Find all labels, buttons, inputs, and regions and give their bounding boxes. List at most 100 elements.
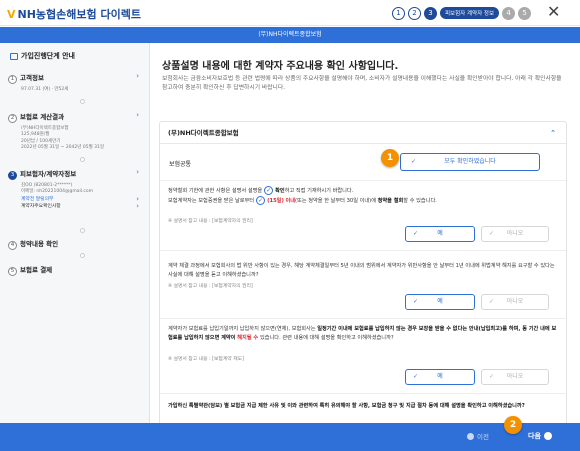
q1-emph: 확인 [275, 188, 285, 194]
bottom-nav-bar: 이전 다음 [0, 423, 580, 451]
sidebar-item-label: 보험료 결제 [20, 266, 53, 274]
progress-sidebar: 가입진행단계 안내 1 고객정보 › 97.07.31 (여) · 만52세 2보… [0, 43, 150, 423]
prev-dot-icon [467, 432, 474, 440]
step-2: 2 [408, 6, 421, 20]
sidebar-item-payment[interactable]: 5 보험료 결제 [8, 264, 139, 276]
no-label: 아니오 [506, 298, 524, 305]
top-bar: V NH농협손해보험 다이렉트 1 2 3 피보험자 계약자 정보 4 5 ✕ [0, 0, 580, 26]
section-header[interactable]: (무)NH다이렉트종합보험 ⌃ [160, 122, 566, 144]
yes-label: 예 [437, 230, 443, 237]
q3-text: 있습니다. 관련 내용에 대해 설명을 확인하고 이해하셨습니까? [259, 334, 394, 341]
q1-text: 할 수 있습니다. [403, 197, 437, 204]
check-icon: ✓ [489, 373, 495, 380]
check-icon: ✓ [489, 298, 495, 305]
step-number: 3 [8, 170, 17, 180]
check-icon: ✓ [413, 373, 419, 380]
main-content: 상품설명 내용에 대한 계약자 주요내용 확인 사항입니다. 보험회사는 금융소… [151, 43, 580, 423]
prev-label: 이전 [477, 433, 489, 441]
sidebar-link-disclosure[interactable]: 계약전 알릴의무 › [21, 195, 139, 204]
step-1: 1 [392, 6, 405, 20]
q1-text: 보험계약자는 보험증권을 받은 날로부터 [168, 197, 255, 204]
yes-label: 예 [437, 298, 443, 305]
step-number: 1 [8, 74, 17, 84]
no-label: 아니오 [506, 230, 524, 237]
step-number: 2 [8, 113, 17, 123]
sidebar-item-premium-result[interactable]: 2 보험료 계산결과 › (무)NH다이렉트종합보험 125,948원/월 20년… [8, 111, 139, 152]
monitor-icon [10, 52, 18, 60]
q2-note: ※ 설명서 참고 내용 : [보험계약자의 권리] [168, 284, 253, 289]
q2-yes-button[interactable]: ✓ 예 [405, 294, 475, 310]
divider [160, 393, 566, 394]
no-label: 아니오 [506, 373, 524, 380]
prev-button[interactable]: 이전 [467, 431, 489, 441]
logo-text: NH농협손해보험 다이렉트 [17, 8, 141, 21]
product-section: (무)NH다이렉트종합보험 ⌃ 보험공통 ✓ 모두 확인하였습니다 청약철회 기… [159, 121, 567, 423]
page-title: 상품설명 내용에 대한 계약자 주요내용 확인 사항입니다. [162, 61, 399, 72]
check-all-label: 모두 확인하였습니다 [444, 158, 496, 165]
sidebar-item-label: 고객정보 [20, 74, 44, 82]
nh-logo[interactable]: V NH농협손해보험 다이렉트 [7, 6, 141, 22]
annotation-badge-1: 1 [381, 149, 399, 167]
step-5: 5 [518, 6, 532, 20]
intro-text: 보험회사는 금융소비자보호법 등 관련 법령에 따라 상품의 주요사항을 설명해… [162, 76, 562, 91]
sidebar-title: 가입진행단계 안내 [10, 51, 75, 61]
section-title: (무)NH다이렉트종합보험 [168, 129, 239, 137]
q1-text: (또는 청약을 한 날부터 30일 이내)에 [295, 197, 376, 204]
sidebar-item-application-check[interactable]: 4 청약내용 확인 [8, 238, 139, 250]
step-number: 4 [8, 240, 17, 250]
q3-note: ※ 설명서 참고 내용 : [보험계약 제도] [168, 357, 244, 362]
divider-dot [80, 253, 85, 258]
chevron-up-icon[interactable]: ⌃ [550, 122, 556, 144]
q1-yes-button[interactable]: ✓ 예 [405, 226, 475, 242]
sidebar-item-label: 보험료 계산결과 [20, 113, 65, 121]
sidebar-link-contractor-check[interactable]: 계약자주요확인사항 › [21, 202, 139, 211]
product-header: (무)NH다이렉트종합보험 [0, 27, 580, 43]
question-2: 계약 체결 과정에서 보험회사의 법 위반 사항이 있는 경우, 해당 계약체결… [168, 262, 560, 279]
check-all-button[interactable]: ✓ 모두 확인하였습니다 [400, 153, 540, 171]
current-step-label: 피보험자 계약자 정보 [440, 7, 500, 19]
q1-text: 청약철회 기한에 관한 사항은 설명서 설명을 [168, 188, 263, 194]
sidebar-item-label: 피보험자/계약자정보 [20, 170, 77, 178]
close-icon[interactable]: ✕ [547, 4, 560, 20]
q1-emph: 이내 [285, 197, 296, 204]
q2-text: 계약 체결 과정에서 보험회사의 법 위반 사항이 있는 경우, 해당 계약체결… [168, 263, 555, 278]
sidebar-title-text: 가입진행단계 안내 [21, 52, 75, 60]
q1-text: 하고 직접 기재하시기 바랍니다. [284, 188, 354, 194]
question-3: 계약자가 보험료를 납입기일까지 납입하지 않으면(연체), 보험회사는 일정기… [168, 325, 560, 342]
step-3: 3 [424, 6, 437, 20]
logo-mark-icon: V [7, 8, 16, 21]
check-circle-icon[interactable]: ✓ [256, 195, 266, 205]
sidebar-item-insured-info[interactable]: 3 피보험자/계약자정보 › 김OO (820801-2******) 이메일: … [8, 168, 139, 211]
q1-no-button[interactable]: ✓ 아니오 [481, 226, 549, 242]
divider [160, 318, 566, 319]
annotation-badge-2: 2 [504, 416, 522, 434]
step-4: 4 [502, 6, 516, 20]
q3-yes-button[interactable]: ✓ 예 [405, 369, 475, 385]
common-label: 보험공통 [169, 161, 192, 168]
chevron-right-icon: › [136, 111, 139, 119]
q4-text: 가입하신 특별약관(담보) 별 보험금 지급 제한 사유 및 이와 관련하여 특… [168, 403, 525, 409]
sidebar-item-label: 청약내용 확인 [20, 240, 59, 248]
q1-note: ※ 설명서 참고 내용 : [보험계약자의 권리] [168, 219, 253, 224]
divider-dot [80, 228, 85, 233]
yes-label: 예 [437, 373, 443, 380]
step-indicator: 1 2 3 피보험자 계약자 정보 4 5 [392, 6, 532, 20]
check-all-row: 보험공통 ✓ 모두 확인하였습니다 [160, 145, 566, 181]
next-button[interactable]: 다음 [528, 431, 552, 441]
q3-emph: 해지될 수 [235, 334, 260, 341]
check-icon: ✓ [413, 298, 419, 305]
q2-no-button[interactable]: ✓ 아니오 [481, 294, 549, 310]
q1-days: (15일) [267, 197, 284, 204]
chevron-right-icon: › [136, 72, 139, 80]
divider-dot [80, 157, 85, 162]
check-icon: ✓ [413, 230, 419, 237]
q3-no-button[interactable]: ✓ 아니오 [481, 369, 549, 385]
chevron-right-icon: › [136, 202, 139, 210]
next-dot-icon [543, 432, 552, 440]
q1-emph: 청약을 철회 [377, 197, 404, 204]
sidebar-sub: 2022년 05월 31일 ~ 2042년 05월 31일 [21, 145, 105, 150]
sidebar-item-customer-info[interactable]: 1 고객정보 › 97.07.31 (여) · 만52세 [8, 72, 139, 93]
question-4: 가입하신 특별약관(담보) 별 보험금 지급 제한 사유 및 이와 관련하여 특… [168, 402, 560, 411]
link-label: 계약자주요확인사항 [21, 204, 61, 209]
check-circle-icon[interactable]: ✓ [264, 186, 274, 195]
